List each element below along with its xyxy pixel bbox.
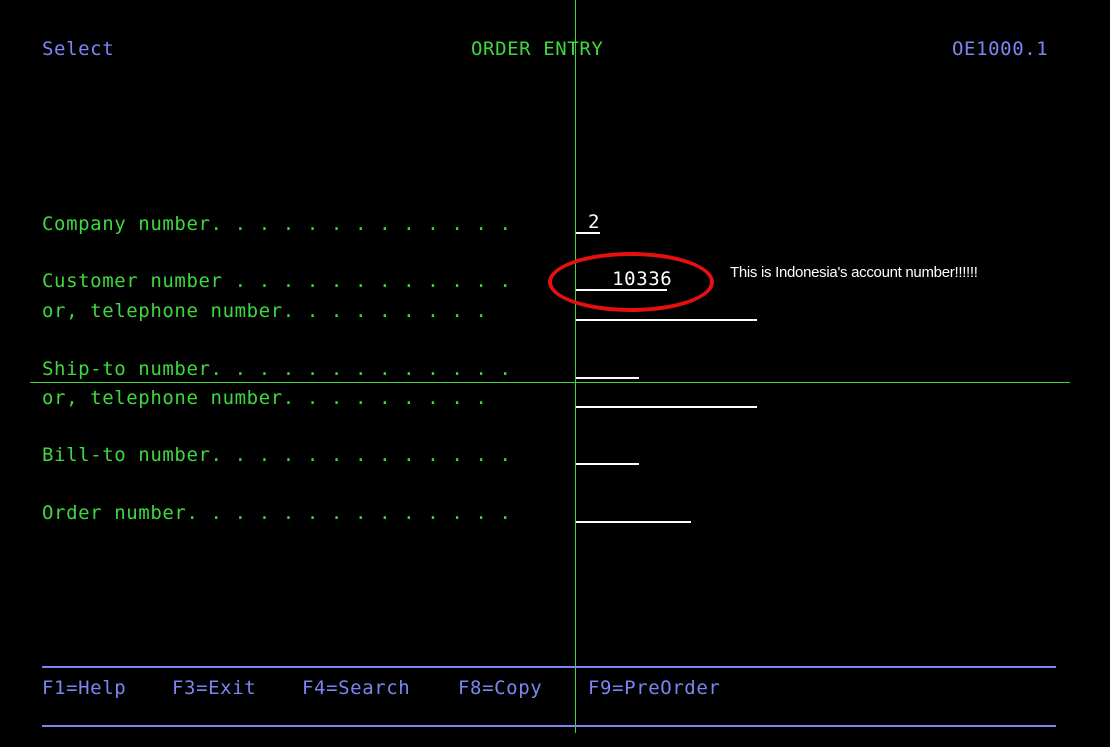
f1-help-key[interactable]: F1=Help [42, 677, 126, 699]
ship-to-number-field[interactable] [576, 357, 639, 379]
annotation-note: This is Indonesia's account number!!!!!! [730, 264, 978, 281]
page-title: ORDER ENTRY [471, 38, 604, 60]
company-number-label: Company number. . . . . . . . . . . . . [42, 213, 512, 235]
customer-telephone-label: or, telephone number. . . . . . . . . [42, 300, 488, 322]
f3-exit-key[interactable]: F3=Exit [172, 677, 256, 699]
f8-copy-key[interactable]: F8=Copy [458, 677, 542, 699]
company-number-field[interactable]: 2 [576, 212, 600, 234]
customer-number-label: Customer number . . . . . . . . . . . . [42, 270, 512, 292]
ship-to-number-label: Ship-to number. . . . . . . . . . . . . [42, 358, 512, 380]
annotation-circle [548, 252, 714, 312]
ship-to-telephone-label: or, telephone number. . . . . . . . . [42, 387, 488, 409]
footer-divider-top [42, 666, 1056, 668]
f4-search-key[interactable]: F4=Search [302, 677, 410, 699]
cursor-crosshair-horizontal [30, 382, 1070, 383]
ship-to-telephone-field[interactable] [576, 386, 757, 408]
screen-id: OE1000.1 [952, 38, 1049, 60]
bill-to-number-label: Bill-to number. . . . . . . . . . . . . [42, 444, 512, 466]
order-number-label: Order number. . . . . . . . . . . . . . [42, 502, 512, 524]
order-number-field[interactable] [576, 501, 691, 523]
f9-preorder-key[interactable]: F9=PreOrder [588, 677, 720, 699]
bill-to-number-field[interactable] [576, 443, 639, 465]
screen-mode-label: Select [42, 38, 115, 60]
footer-divider-bottom [42, 725, 1056, 727]
